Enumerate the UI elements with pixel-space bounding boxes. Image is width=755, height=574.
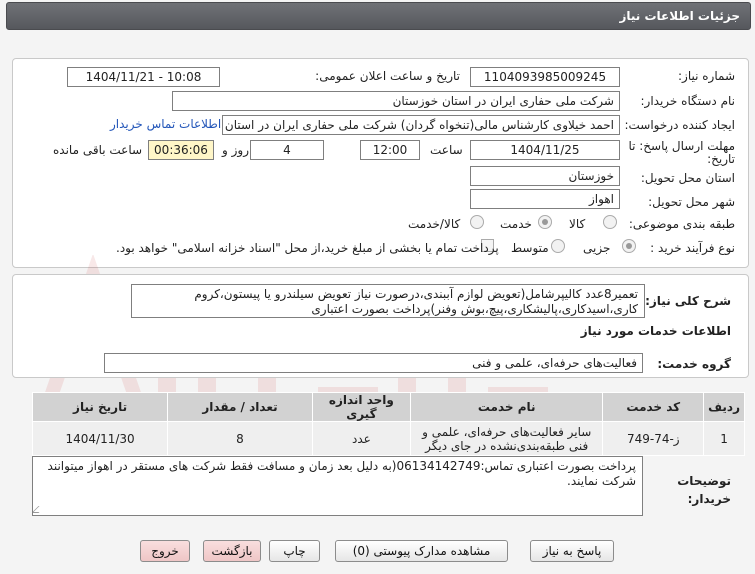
buyer-org-field[interactable]: شرکت ملی حفاری ایران در استان خوزستان — [172, 91, 620, 111]
window-titlebar: جزئیات اطلاعات نیاز — [6, 2, 751, 30]
days-remaining-field[interactable]: 4 — [250, 140, 324, 160]
treasury-payment-note: پرداخت تمام یا بخشی از مبلغ خرید،از محل … — [116, 241, 499, 255]
deadline-label: مهلت ارسال پاسخ: تا — [628, 139, 735, 153]
col-service-name: نام خدمت — [409, 392, 604, 422]
deadline-date-field[interactable]: 1404/11/25 — [470, 140, 620, 160]
process-option-minor-label: جزیی — [583, 241, 611, 255]
category-option-service-label: خدمت — [500, 217, 532, 231]
service-group-field[interactable]: فعالیت‌های حرفه‌ای، علمی و فنی — [104, 353, 643, 373]
need-number-field[interactable]: 1104093985009245 — [470, 67, 620, 87]
deadline-time-field[interactable]: 12:00 — [360, 140, 420, 160]
category-option-both-radio[interactable] — [470, 215, 484, 229]
province-label: استان محل تحویل: — [640, 171, 735, 185]
category-label: طبقه بندی موضوعی: — [628, 217, 735, 231]
days-label: روز و — [222, 143, 249, 157]
process-option-minor-radio[interactable] — [622, 239, 636, 253]
category-option-goods-label: کالا — [569, 217, 586, 231]
services-heading: اطلاعات خدمات مورد نیاز — [580, 324, 731, 338]
col-unit: واحد اندازه گیری — [311, 392, 411, 422]
category-option-goods-radio[interactable] — [603, 215, 617, 229]
window-title: جزئیات اطلاعات نیاز — [619, 9, 740, 23]
need-summary-label: شرح کلی نیاز: — [645, 294, 731, 308]
table-row[interactable]: 1 ز-74-749 سایر فعالیت‌های حرفه‌ای، علمی… — [31, 421, 745, 456]
category-option-service-radio[interactable] — [538, 215, 552, 229]
announce-datetime-label: تاریخ و ساعت اعلان عمومی: — [315, 69, 460, 83]
cell-row-number: 1 — [703, 421, 745, 456]
cell-unit: عدد — [311, 421, 411, 456]
cell-service-code: ز-74-749 — [602, 421, 705, 456]
exit-button[interactable]: خروج — [140, 540, 190, 562]
buyer-notes-textarea[interactable]: پرداخت بصورت اعتباری تماس:06134142749(به… — [32, 456, 643, 516]
time-remaining-field[interactable]: 00:36:06 — [148, 140, 214, 160]
col-service-code: کد خدمت — [602, 392, 705, 422]
service-group-label: گروه خدمت: — [657, 357, 731, 371]
announce-datetime-field[interactable]: 1404/11/21 - 10:08 — [67, 67, 220, 87]
city-field[interactable]: اهواز — [470, 189, 620, 209]
category-option-both-label: کالا/خدمت — [408, 217, 461, 231]
back-button[interactable]: بازگشت — [203, 540, 261, 562]
table-header-row: ردیف کد خدمت نام خدمت واحد اندازه گیری ت… — [31, 392, 745, 422]
process-option-medium-label: متوسط — [511, 241, 549, 255]
col-row-number: ردیف — [703, 392, 745, 422]
col-need-date: تاریخ نیاز — [31, 392, 169, 422]
view-attachments-button[interactable]: مشاهده مدارک پیوستی (0) — [335, 540, 508, 562]
resize-grip-icon[interactable] — [33, 506, 46, 513]
city-label: شهر محل تحویل: — [648, 195, 735, 209]
buyer-notes-text: پرداخت بصورت اعتباری تماس:06134142749(به… — [47, 459, 636, 488]
cell-service-name: سایر فعالیت‌های حرفه‌ای، علمی و فنی طبقه… — [409, 421, 604, 456]
print-button[interactable]: چاپ — [269, 540, 320, 562]
deadline-label-date: تاریخ: — [707, 152, 735, 166]
province-field[interactable]: خوزستان — [470, 166, 620, 186]
cell-need-date: 1404/11/30 — [31, 421, 169, 456]
process-option-medium-radio[interactable] — [551, 239, 565, 253]
process-label: نوع فرآیند خرید : — [650, 241, 735, 255]
cell-quantity: 8 — [167, 421, 313, 456]
col-quantity: تعداد / مقدار — [167, 392, 313, 422]
deadline-time-label: ساعت — [430, 143, 463, 157]
requester-field[interactable]: احمد خیلاوی کارشناس مالی(تنخواه گردان) ش… — [222, 115, 620, 135]
buyer-org-label: نام دستگاه خریدار: — [640, 94, 736, 108]
reply-to-need-button[interactable]: پاسخ به نیاز — [530, 540, 614, 562]
services-table: ردیف کد خدمت نام خدمت واحد اندازه گیری ت… — [31, 392, 745, 456]
need-info-panel — [12, 58, 749, 268]
requester-label: ایجاد کننده درخواست: — [624, 118, 735, 132]
need-summary-textarea[interactable]: تعمیر8عدد کالیپرشامل(تعویض لوازم آببندی،… — [131, 284, 645, 318]
need-number-label: شماره نیاز: — [678, 69, 735, 83]
buyer-notes-label: توضیحات خریدار: — [677, 474, 731, 506]
buyer-contact-link[interactable]: اطلاعات تماس خریدار — [110, 117, 221, 131]
time-remaining-label: ساعت باقی مانده — [53, 143, 143, 157]
